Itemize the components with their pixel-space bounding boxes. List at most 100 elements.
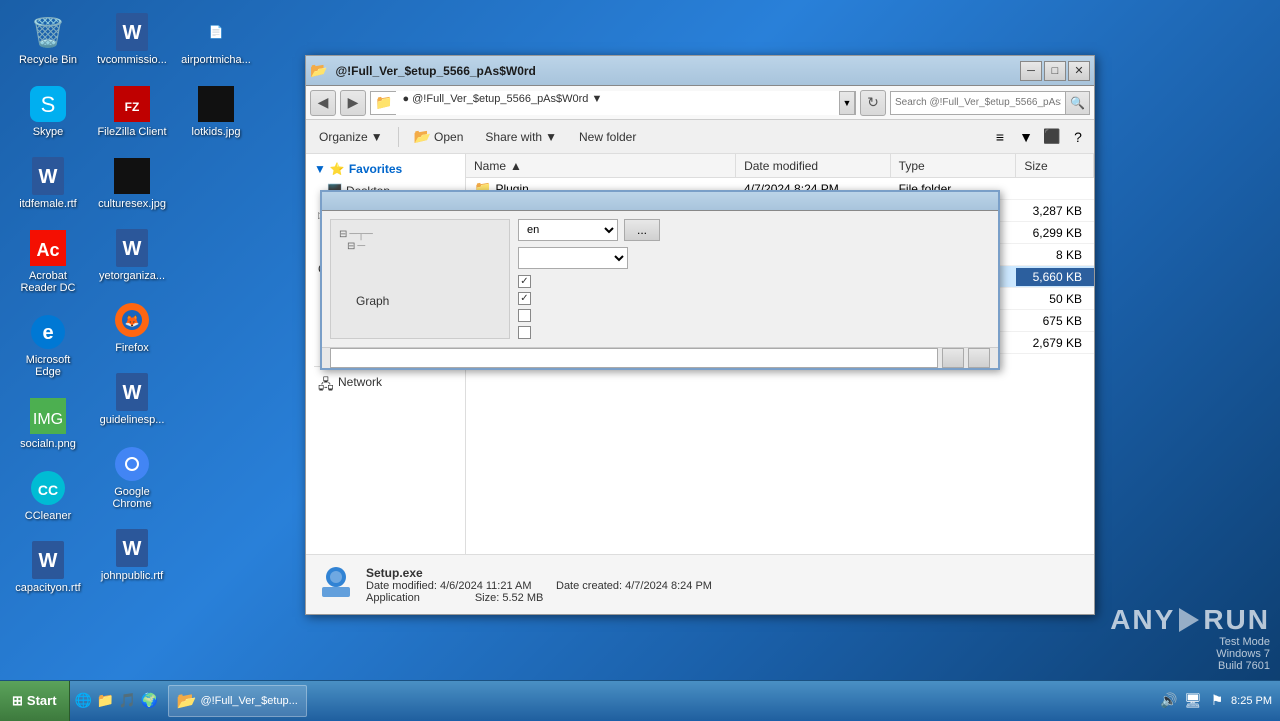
tree-row-1: ⊟ ─┬─ [339,228,501,240]
col-header-type[interactable]: Type [891,154,1017,177]
start-button[interactable]: ⊞ Start [0,681,70,721]
status-type: Application [366,592,420,604]
quick-launch-explorer[interactable]: 📁 [96,691,116,711]
desktop-icon-socialn[interactable]: IMG socialn.png [8,392,88,454]
view-dropdown-button[interactable]: ▼ [1014,125,1038,149]
dialog-title-bar [322,192,998,211]
dialog-tree: ⊟ ─┬─ ⊟ ─ [331,220,509,260]
svg-text:W: W [39,166,58,188]
desktop-icon-skype[interactable]: S Skype [8,80,88,142]
dialog-content: ⊟ ─┬─ ⊟ ─ Graph en ... [322,211,998,347]
refresh-button[interactable]: ↻ [860,90,886,116]
anyrun-mode: Test Mode [1219,636,1270,648]
status-details-line1: Date modified: 4/6/2024 11:21 AM Date cr… [366,580,712,592]
maximize-button[interactable]: □ [1044,61,1066,81]
word-file2-icon: W [28,540,68,580]
date-modified-value: 4/6/2024 11:21 AM [440,580,532,592]
organize-button[interactable]: Organize ▼ [310,124,392,150]
checkbox-row-4 [518,326,531,339]
size-label: Size: [475,592,499,604]
organize-chevron-icon: ▼ [371,130,383,144]
open-button[interactable]: 📂 Open [405,124,473,150]
lotkids-label: lotkids.jpg [192,126,241,138]
address-field[interactable]: ● @!Full_Ver_$etup_5566_pAs$W0rd ▼ [396,91,839,115]
dialog-cancel-button[interactable] [968,348,990,368]
checkbox-3[interactable] [518,309,531,322]
install-dialog: ⊟ ─┬─ ⊟ ─ Graph en ... [320,190,1000,370]
dialog-select-lang[interactable]: en [518,219,618,241]
image-file-icon: IMG [28,396,68,436]
dialog-path-input[interactable] [330,348,938,368]
taskbar-network-icon[interactable]: 🖥 [1183,691,1203,711]
minimize-button[interactable]: ─ [1020,61,1042,81]
desktop-icon-firefox[interactable]: 🦊 Firefox [92,296,172,358]
quick-launch-ie[interactable]: 🌐 [74,691,94,711]
desktop-icon-guidelinesp[interactable]: W guidelinesp... [92,368,172,430]
checkbox-2[interactable] [518,292,531,305]
status-filename: Setup.exe [366,566,712,580]
tree-row-2: ⊟ ─ [347,240,501,252]
col-date-label: Date modified [744,159,818,173]
desktop-icon-ccleaner[interactable]: CC CCleaner [8,464,88,526]
view-list-button[interactable]: ≡ [988,125,1012,149]
col-header-size[interactable]: Size [1016,154,1094,177]
desktop-icon-culturesex[interactable]: culturesex.jpg [92,152,172,214]
desktop-icon-airportmicha[interactable]: 📄 airportmicha... [176,8,256,70]
desktop-icon-capacityon[interactable]: W capacityon.rtf [8,536,88,598]
svg-text:e: e [42,322,53,344]
checkbox-row-3 [518,309,531,322]
favorites-header[interactable]: ▼ ⭐ Favorites [306,158,465,180]
view-preview-button[interactable]: ⬛ [1040,125,1064,149]
quick-launch-globe[interactable]: 🌍 [140,691,160,711]
back-button[interactable]: ◀ [310,90,336,116]
anyrun-watermark: ANY RUN Test Mode Windows 7 Build 7601 [1110,604,1270,672]
title-bar: 📂 @!Full_Ver_$etup_5566_pAs$W0rd ─ □ ✕ [306,56,1094,86]
desktop-icon-chrome[interactable]: Google Chrome [92,440,172,514]
desktop-icon-tvcommission[interactable]: W tvcommissio... [92,8,172,70]
status-file-icon [318,563,354,606]
dialog-ok-button[interactable] [942,348,964,368]
search-input[interactable] [891,95,1065,110]
nav-item-network[interactable]: 🖧 Network [306,371,465,393]
window-controls: ─ □ ✕ [1020,61,1090,81]
favorites-expand-icon: ▼ [314,162,326,176]
word-file7-icon: 📄 [196,12,236,52]
desktop-icon-johnpublic[interactable]: W johnpublic.rtf [92,524,172,586]
checkbox-1[interactable] [518,275,531,288]
checkbox-row-2 [518,292,531,305]
new-folder-button[interactable]: New folder [570,124,645,150]
search-button[interactable]: 🔍 [1065,92,1089,114]
desktop-icon-recycle-bin[interactable]: 🗑️ Recycle Bin [8,8,88,70]
network-nav-icon: 🖧 [318,374,334,390]
desktop-icon-filezilla[interactable]: FZ FileZilla Client [92,80,172,142]
dialog-select-2[interactable] [518,247,628,269]
checkbox-4[interactable] [518,326,531,339]
file-size-8: 2,679 KB [1016,334,1094,352]
yetorganiza-label: yetorganiza... [99,270,165,282]
desktop-icon-acrobat[interactable]: Ac Acrobat Reader DC [8,224,88,298]
desktop-icon-itdfemale[interactable]: W itdfemale.rtf [8,152,88,214]
share-with-button[interactable]: Share with ▼ [476,124,566,150]
firefox-icon: 🦊 [112,300,152,340]
skype-label: Skype [33,126,64,138]
col-header-name[interactable]: Name ▲ [466,154,736,177]
close-button[interactable]: ✕ [1068,61,1090,81]
dialog-browse-button[interactable]: ... [624,219,660,241]
checkbox-group [518,275,531,339]
quick-launch-media[interactable]: 🎵 [118,691,138,711]
address-dropdown[interactable]: ▼ [839,91,855,115]
size-value: 5.52 MB [502,592,543,604]
taskbar-action-center-icon[interactable]: ⚑ [1207,691,1227,711]
desktop-icon-yetorganiza[interactable]: W yetorganiza... [92,224,172,286]
svg-text:W: W [123,238,142,260]
taskbar-volume-icon[interactable]: 🔊 [1159,691,1179,711]
file-size-6: 50 KB [1016,290,1094,308]
col-header-date[interactable]: Date modified [736,154,891,177]
desktop-icon-edge[interactable]: e Microsoft Edge [8,308,88,382]
desktop-icon-lotkids[interactable]: lotkids.jpg [176,80,256,142]
help-button[interactable]: ? [1066,125,1090,149]
taskbar-item-explorer[interactable]: 📂 @!Full_Ver_$etup... [168,685,307,717]
forward-button[interactable]: ▶ [340,90,366,116]
filezilla-label: FileZilla Client [97,126,166,138]
airportmicha-label: airportmicha... [181,54,251,66]
